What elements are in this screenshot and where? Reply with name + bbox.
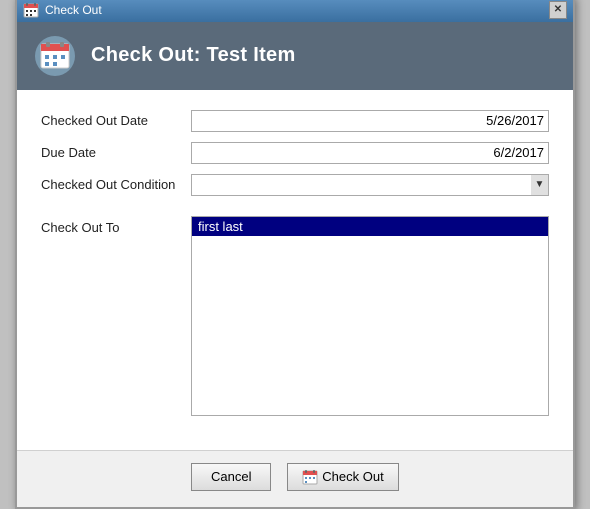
due-date-input[interactable] (191, 142, 549, 164)
checkout-button[interactable]: Check Out (287, 463, 398, 491)
dialog-header: Check Out: Test Item (17, 22, 573, 90)
checked-out-date-row: Checked Out Date (41, 110, 549, 132)
form-content: Checked Out Date Due Date Checked Out Co… (17, 90, 573, 450)
checked-out-date-input[interactable] (191, 110, 549, 132)
list-item[interactable]: first last (192, 217, 548, 236)
checkout-icon (33, 34, 77, 78)
checked-out-condition-label: Checked Out Condition (41, 177, 191, 192)
cancel-label: Cancel (211, 469, 251, 484)
window-icon (23, 2, 39, 18)
condition-select[interactable]: Good Fair Poor (191, 174, 549, 196)
window-title: Check Out (45, 3, 102, 17)
close-button[interactable]: ✕ (549, 1, 567, 19)
dialog-title: Check Out: Test Item (91, 44, 296, 67)
check-out-to-list[interactable]: first last (191, 216, 549, 416)
due-date-label: Due Date (41, 145, 191, 160)
checkout-button-icon (302, 469, 318, 485)
checked-out-date-label: Checked Out Date (41, 113, 191, 128)
checked-out-condition-row: Checked Out Condition Good Fair Poor ▼ (41, 174, 549, 196)
condition-select-wrapper: Good Fair Poor ▼ (191, 174, 549, 196)
due-date-row: Due Date (41, 142, 549, 164)
dialog-footer: Cancel Check Out (17, 450, 573, 507)
check-out-window: Check Out ✕ Check Out: Test Item Checked… (15, 0, 575, 509)
check-out-to-label: Check Out To (41, 216, 191, 235)
checkout-label: Check Out (322, 469, 383, 484)
check-out-to-row: Check Out To first last (41, 216, 549, 416)
cancel-button[interactable]: Cancel (191, 463, 271, 491)
title-bar-left: Check Out (23, 2, 102, 18)
title-bar: Check Out ✕ (17, 0, 573, 22)
spacer (41, 206, 549, 216)
